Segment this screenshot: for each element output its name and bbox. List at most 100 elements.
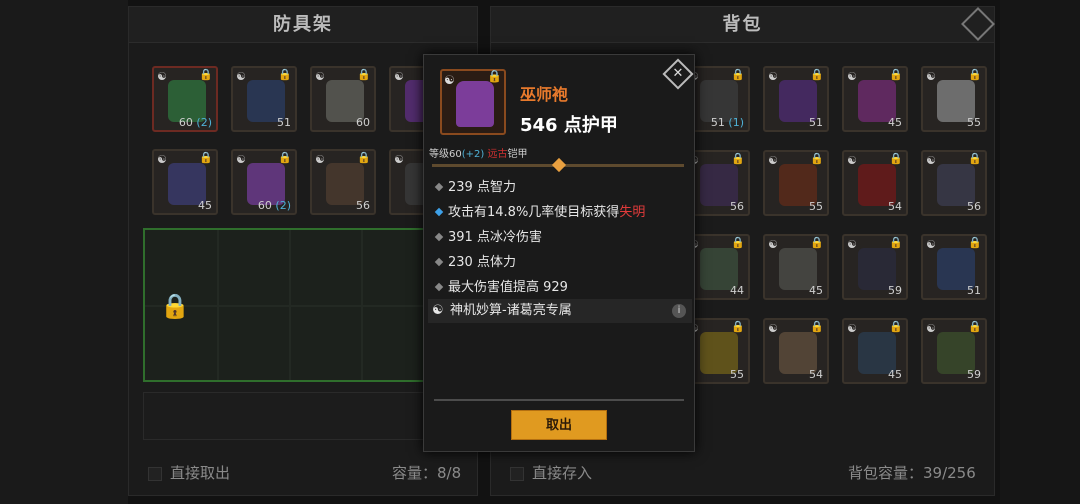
lock-icon: 🔒 <box>731 320 745 333</box>
lock-icon: 🔒 <box>810 152 824 165</box>
direct-withdraw-toggle[interactable]: 直接取出 <box>148 456 230 490</box>
lock-icon: 🔒 <box>810 236 824 249</box>
set-name: 神机妙算-诸葛亮专属 <box>450 303 572 318</box>
take-out-button[interactable]: 取出 <box>511 410 607 440</box>
backpack-item-slot[interactable]: ☯ 🔒 51 <box>763 66 829 132</box>
item-meta: 等级60(+2) 远古铠甲 <box>429 145 527 160</box>
stat-line: 最大伤害值提高 929 <box>432 275 688 300</box>
yin-yang-icon: ☯ <box>394 153 404 166</box>
item-level: 54 <box>888 200 902 213</box>
yin-yang-icon: ☯ <box>236 153 246 166</box>
rack-item-slot[interactable]: ☯ 🔒 51 <box>231 66 297 132</box>
checkbox-icon[interactable] <box>510 466 524 481</box>
item-level: 45 <box>888 368 902 381</box>
backpack-item-slot[interactable]: ☯ 🔒 45 <box>842 318 908 384</box>
stat-line: 攻击有14.8%几率使目标获得失明 <box>432 200 688 225</box>
popup-close-button[interactable]: ✕ <box>662 58 694 90</box>
extra-row <box>143 392 433 440</box>
backpack-item-slot[interactable]: ☯ 🔒 59 <box>921 318 987 384</box>
backpack-item-slot[interactable]: ☯ 🔒 55 <box>763 150 829 216</box>
direct-store-toggle[interactable]: 直接存入 <box>510 456 592 490</box>
item-level: 54 <box>809 368 823 381</box>
lock-icon: 🔒 <box>968 152 982 165</box>
yin-yang-icon: ☯ <box>926 322 936 335</box>
yin-yang-icon: ☯ <box>847 154 857 167</box>
info-icon[interactable]: i <box>672 304 686 318</box>
lock-icon: 🔒 <box>278 151 292 164</box>
yin-yang-icon: ☯ <box>432 303 444 318</box>
armor-rack-title: 防具架 <box>129 7 477 43</box>
backpack-item-slot[interactable]: ☯ 🔒 45 <box>763 234 829 300</box>
item-level: 60 <box>356 116 370 129</box>
yin-yang-icon: ☯ <box>926 238 936 251</box>
item-level: 56 <box>730 200 744 213</box>
stat-text: 攻击有14.8%几率使目标获得 <box>448 205 620 220</box>
yin-yang-icon: ☯ <box>768 238 778 251</box>
yin-yang-icon: ☯ <box>157 70 167 83</box>
item-level-plus: (2) <box>196 116 212 129</box>
lock-icon: 🔒 <box>968 320 982 333</box>
backpack-item-slot[interactable]: ☯ 🔒 56 <box>921 150 987 216</box>
stat-line: 391 点冰冷伤害 <box>432 225 688 250</box>
item-level: 51 (1) <box>710 116 744 129</box>
lock-icon: 🔒 <box>160 292 190 320</box>
backpack-item-slot[interactable]: ☯ 🔒 45 <box>842 66 908 132</box>
rack-item-slot[interactable]: ☯ 🔒 45 <box>152 149 218 215</box>
yin-yang-icon: ☯ <box>847 322 857 335</box>
item-level: 55 <box>967 116 981 129</box>
item-level: 44 <box>730 284 744 297</box>
backpack-item-slot[interactable]: ☯ 🔒 54 <box>842 150 908 216</box>
item-class-tag: 远古 <box>487 149 508 160</box>
lock-icon: 🔒 <box>889 152 903 165</box>
item-level: 59 <box>967 368 981 381</box>
lock-icon: 🔒 <box>810 320 824 333</box>
yin-yang-icon: ☯ <box>847 238 857 251</box>
rack-capacity: 容量：8/8 <box>392 464 462 482</box>
level-marker <box>551 157 567 173</box>
lock-icon: 🔒 <box>889 68 903 81</box>
item-type: 铠甲 <box>507 149 528 160</box>
yin-yang-icon: ☯ <box>768 154 778 167</box>
item-level: 60 (2) <box>178 116 212 129</box>
backpack-item-slot[interactable]: ☯ 🔒 54 <box>763 318 829 384</box>
backpack-title: 背包 <box>491 7 994 43</box>
item-level: 51 <box>809 116 823 129</box>
item-armor: 546 点护甲 <box>520 115 618 136</box>
item-level: 56 <box>967 200 981 213</box>
lock-icon: 🔒 <box>199 68 213 81</box>
item-level-plus: (2) <box>275 199 291 212</box>
item-level: 51 <box>277 116 291 129</box>
item-level: 51 <box>967 284 981 297</box>
background-right <box>1000 0 1080 504</box>
rack-item-slot[interactable]: ☯ 🔒 60 (2) <box>152 66 218 132</box>
direct-withdraw-label: 直接取出 <box>170 464 231 482</box>
set-bonus-row[interactable]: ☯ 神机妙算-诸葛亮专属 i <box>428 299 692 323</box>
yin-yang-icon: ☯ <box>157 153 167 166</box>
lock-icon: 🔒 <box>889 320 903 333</box>
item-level: 60 (2) <box>257 199 291 212</box>
item-name: 巫师袍 <box>520 85 569 104</box>
yin-yang-icon: ☯ <box>847 70 857 83</box>
backpack-item-slot[interactable]: ☯ 🔒 51 <box>921 234 987 300</box>
divider <box>434 399 684 401</box>
yin-yang-icon: ☯ <box>768 70 778 83</box>
lock-icon: 🔒 <box>278 68 292 81</box>
item-level-plus: (1) <box>728 116 744 129</box>
lock-icon: 🔒 <box>731 68 745 81</box>
yin-yang-icon: ☯ <box>926 70 936 83</box>
item-level: 59 <box>888 284 902 297</box>
item-stats: 239 点智力 攻击有14.8%几率使目标获得失明 391 点冰冷伤害 230 … <box>432 175 688 300</box>
backpack-item-slot[interactable]: ☯ 🔒 55 <box>921 66 987 132</box>
lock-icon: 🔒 <box>968 236 982 249</box>
backpack-item-slot[interactable]: ☯ 🔒 59 <box>842 234 908 300</box>
robe-icon <box>456 81 494 127</box>
yin-yang-icon: ☯ <box>444 73 455 87</box>
rack-item-slot[interactable]: ☯ 🔒 56 <box>310 149 376 215</box>
checkbox-icon[interactable] <box>148 466 162 481</box>
item-thumbnail: ☯ 🔒 <box>440 69 506 135</box>
item-level-plus: (+2) <box>461 149 485 160</box>
game-scene: 防具架 ☯ 🔒 60 (2) ☯ 🔒 51 ☯ 🔒 60 ☯ 🔒 ☯ 🔒 45 ☯ 🔒 60 (2) ☯ 🔒 56 ☯ 🔒… <box>0 0 1080 504</box>
lock-icon: 🔒 <box>731 152 745 165</box>
rack-item-slot[interactable]: ☯ 🔒 60 (2) <box>231 149 297 215</box>
rack-item-slot[interactable]: ☯ 🔒 60 <box>310 66 376 132</box>
